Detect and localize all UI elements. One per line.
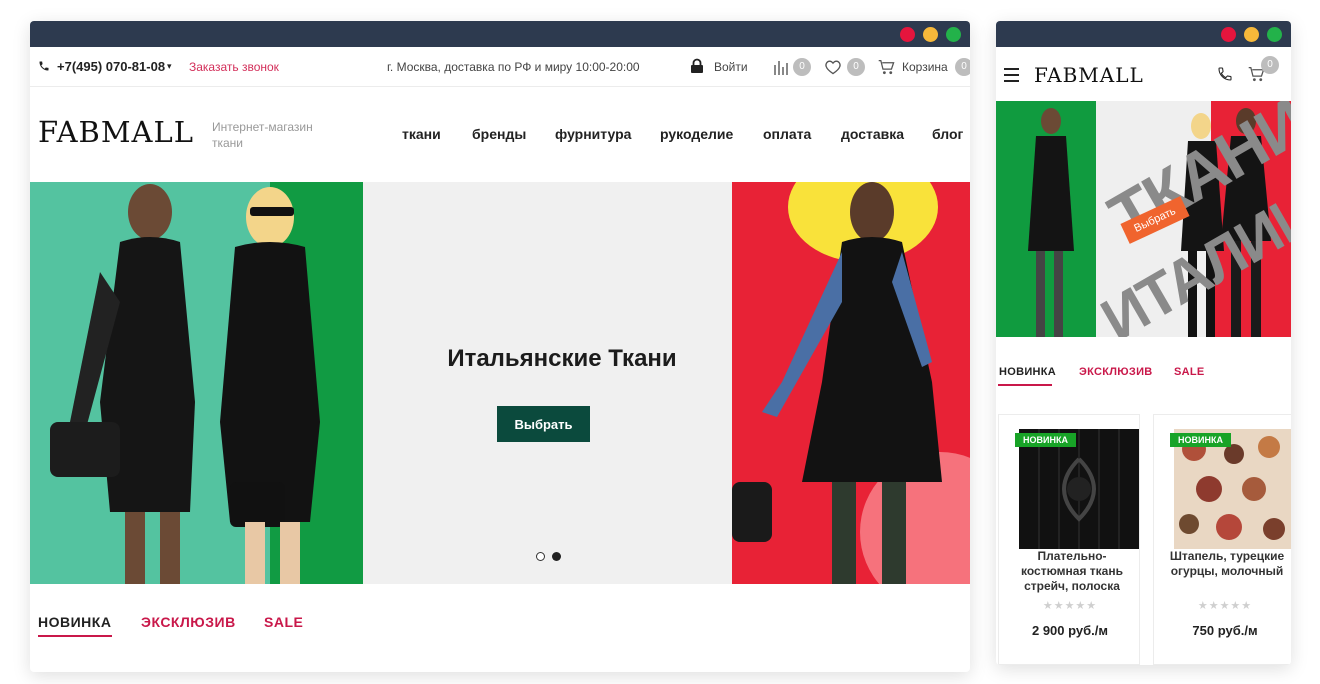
nav-item-accessories[interactable]: фурнитура: [555, 126, 631, 142]
mobile-hero-banner: ТКАНИ ИТАЛИИ Выбрать: [996, 101, 1291, 337]
hero-banner: Итальянские Ткани Выбрать: [30, 182, 970, 584]
minimize-window-button[interactable]: [1244, 27, 1259, 42]
tab-new[interactable]: НОВИНКА: [999, 366, 1056, 378]
tab-exclusive[interactable]: ЭКСКЛЮЗИВ: [1079, 366, 1153, 378]
site-header: FABMALL Интернет-магазин ткани ткани бре…: [30, 87, 970, 182]
lock-icon[interactable]: [690, 58, 704, 74]
model-image-right: [732, 182, 942, 584]
heart-icon[interactable]: [824, 59, 842, 75]
compare-icon[interactable]: [773, 59, 789, 75]
product-image[interactable]: [1019, 429, 1139, 549]
phone-number[interactable]: +7(495) 070-81-08: [57, 59, 165, 74]
logo[interactable]: FABMALL: [1034, 63, 1144, 87]
chevron-down-icon[interactable]: ▾: [167, 61, 172, 72]
phone-icon[interactable]: [1217, 66, 1233, 82]
callback-link[interactable]: Заказать звонок: [189, 60, 279, 74]
delivery-info: г. Москва, доставка по РФ и миру 10:00-2…: [387, 60, 640, 74]
active-tab-indicator: [38, 635, 112, 637]
product-image[interactable]: [1174, 429, 1291, 549]
login-link[interactable]: Войти: [714, 60, 748, 74]
cart-count-badge: 0: [1261, 56, 1279, 74]
window-titlebar: [30, 21, 970, 47]
phone-icon: [39, 61, 49, 71]
product-card[interactable]: НОВИНКА Платель­но-костюмная ткань стрей…: [998, 414, 1140, 665]
window-titlebar: [996, 21, 1291, 47]
product-price: 2 900 руб./м: [1031, 623, 1108, 638]
top-info-bar: +7(495) 070-81-08 ▾ Заказать звонок г. М…: [30, 47, 970, 87]
product-title[interactable]: Штапель, турецкие огурцы, молочный: [1162, 549, 1291, 579]
tab-sale[interactable]: SALE: [264, 614, 303, 630]
rating-stars: ★★★★★: [1042, 600, 1098, 612]
mobile-header: FABMALL 0: [996, 47, 1291, 101]
tab-sale[interactable]: SALE: [1174, 366, 1205, 378]
nav-item-handicraft[interactable]: рукоделие: [660, 126, 733, 142]
nav-item-delivery[interactable]: доставка: [841, 126, 904, 142]
new-badge: НОВИНКА: [1015, 433, 1076, 447]
desktop-window: +7(495) 070-81-08 ▾ Заказать звонок г. М…: [30, 21, 970, 672]
close-window-button[interactable]: [900, 27, 915, 42]
tagline: Интернет-магазин ткани: [212, 120, 313, 150]
cart-link[interactable]: Корзина: [902, 60, 948, 74]
cart-count-badge: 0: [955, 58, 970, 76]
models-image-left: [50, 184, 320, 584]
hero-title: Итальянские Ткани: [447, 345, 677, 372]
logo[interactable]: FABMALL: [38, 115, 194, 149]
minimize-window-button[interactable]: [923, 27, 938, 42]
favorites-count-badge: 0: [847, 58, 865, 76]
mobile-window: FABMALL 0 ТКАНИ ИТАЛИИ Выбрать НОВИНКА Э…: [996, 21, 1291, 665]
cart-icon[interactable]: [878, 59, 895, 75]
new-badge: НОВИНКА: [1170, 433, 1231, 447]
close-window-button[interactable]: [1221, 27, 1236, 42]
hero-choose-button[interactable]: Выбрать: [497, 406, 590, 442]
maximize-window-button[interactable]: [1267, 27, 1282, 42]
compare-count-badge: 0: [793, 58, 811, 76]
product-price: 750 руб./м: [1192, 623, 1258, 638]
maximize-window-button[interactable]: [946, 27, 961, 42]
slider-dot-1[interactable]: [536, 552, 545, 561]
nav-item-payment[interactable]: оплата: [763, 126, 811, 142]
nav-item-brands[interactable]: бренды: [472, 126, 526, 142]
active-tab-indicator: [998, 384, 1052, 386]
product-title[interactable]: Платель­но-костюмная ткань стрейч, полос…: [1007, 549, 1137, 594]
nav-item-blog[interactable]: блог: [932, 126, 963, 142]
tab-new[interactable]: НОВИНКА: [38, 614, 111, 630]
nav-item-fabrics[interactable]: ткани: [402, 126, 441, 142]
product-card[interactable]: НОВИНКА Штапель, турецкие огурцы, молочн…: [1153, 414, 1291, 665]
tab-exclusive[interactable]: ЭКСКЛЮЗИВ: [141, 614, 236, 630]
rating-stars: ★★★★★: [1197, 600, 1253, 612]
slider-dot-2[interactable]: [552, 552, 561, 561]
